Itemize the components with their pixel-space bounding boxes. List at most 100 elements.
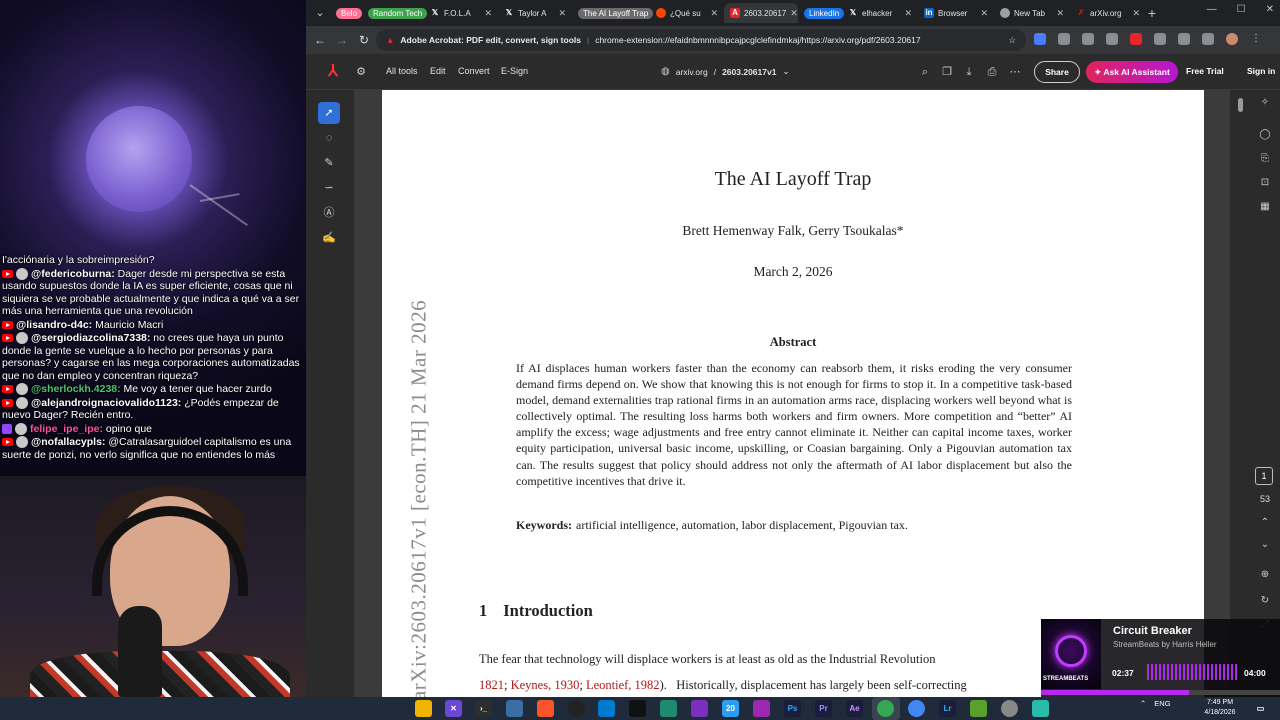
extension-icon[interactable] [1106, 33, 1118, 45]
text-box-icon[interactable]: Ⓐ [318, 202, 340, 224]
extension-icon[interactable] [1130, 33, 1142, 45]
comment-icon[interactable]: ◌ [318, 127, 340, 149]
chrome-icon[interactable] [877, 700, 894, 717]
share-button[interactable]: Share [1034, 61, 1080, 83]
draw-freehand-icon[interactable]: ∽ [318, 177, 340, 199]
reload-icon[interactable]: ↻ [356, 32, 372, 48]
close-icon[interactable]: ✕ [980, 8, 988, 19]
chevron-up-icon[interactable]: ⌃ [1258, 516, 1272, 530]
chrome-icon[interactable] [908, 700, 925, 717]
scrollbar-thumb[interactable] [1238, 98, 1243, 112]
page-view-icon[interactable]: ❐ [940, 65, 954, 79]
app-icon[interactable] [660, 700, 677, 717]
app-icon[interactable]: 20 [722, 700, 739, 717]
vscode-icon[interactable] [598, 700, 615, 717]
document-viewport[interactable]: arXiv:2603.20617v1 [econ.TH] 21 Mar 2026… [354, 90, 1230, 697]
menu-esign[interactable]: E-Sign [501, 66, 528, 76]
citation-link[interactable]: Keynes, 1930 [511, 678, 580, 692]
tab-group-ai-layoff[interactable]: The AI Layoff Trap [572, 3, 659, 23]
sign-pen-icon[interactable]: ✍ [318, 227, 340, 249]
close-icon[interactable]: ✕ [1132, 8, 1140, 19]
close-icon[interactable]: ✕ [710, 8, 718, 19]
new-tab-plus-icon[interactable]: + [1144, 5, 1160, 21]
attachments-icon[interactable]: ⊡ [1258, 176, 1272, 190]
citation-link[interactable]: Leontief, 1982 [586, 678, 660, 692]
close-icon[interactable]: ✕ [558, 8, 566, 19]
obs-icon[interactable] [568, 700, 585, 717]
extension-icon[interactable] [1034, 33, 1046, 45]
visual-studio-icon[interactable] [691, 700, 708, 717]
brave-icon[interactable] [537, 700, 554, 717]
comments-panel-icon[interactable]: ◯ [1258, 128, 1272, 142]
bookmark-star-icon[interactable]: ☆ [1008, 35, 1016, 46]
search-icon[interactable]: ⌕ [918, 65, 932, 79]
menu-edit[interactable]: Edit [430, 66, 446, 76]
scrollbar[interactable] [1230, 90, 1250, 697]
print-icon[interactable]: ⎙ [985, 65, 999, 79]
menu-all-tools[interactable]: All tools [386, 66, 418, 76]
file-explorer-icon[interactable] [415, 700, 432, 717]
close-icon[interactable]: ✕ [790, 8, 798, 19]
tab-new-tab[interactable]: New Tab ✕ [994, 3, 1070, 23]
app-icon[interactable]: ✕ [445, 700, 462, 717]
ask-ai-assistant-button[interactable]: ✦ Ask AI Assistant [1086, 61, 1178, 83]
tab-fola[interactable]: 𝕏 F.O.L.A ✕ [424, 3, 498, 23]
tab-arxiv[interactable]: ✗ arXiv.org ✕ [1070, 3, 1146, 23]
app-icon[interactable] [1001, 700, 1018, 717]
extension-icon[interactable] [1082, 33, 1094, 45]
profile-avatar[interactable] [1226, 33, 1238, 45]
maximize-icon[interactable]: ☐ [1237, 4, 1246, 15]
download-icon[interactable]: ⤓ [962, 65, 976, 79]
ai-assistant-icon[interactable]: ✧ [1258, 96, 1272, 110]
bookmark-panel-icon[interactable]: ⎘ [1258, 152, 1272, 166]
rotate-icon[interactable]: ↻ [1258, 594, 1272, 608]
app-icon[interactable] [970, 700, 987, 717]
app-icon[interactable] [629, 700, 646, 717]
premiere-icon[interactable]: Pr [815, 700, 832, 717]
app-icon[interactable] [1032, 700, 1049, 717]
more-options-icon[interactable]: ⋯ [1008, 65, 1022, 79]
select-cursor-icon[interactable]: ➚ [318, 102, 340, 124]
tray-chevron-icon[interactable]: ⌃ [1140, 699, 1146, 708]
tab-pdf-active[interactable]: A 2603.20617 ✕ [724, 3, 798, 23]
tab-browser[interactable]: in Browser ✕ [918, 3, 994, 23]
menu-dots-icon[interactable]: ⋮ [1250, 33, 1262, 45]
tab-taylor[interactable]: 𝕏 Taylor A ✕ [498, 3, 572, 23]
close-icon[interactable]: ✕ [904, 8, 912, 19]
acrobat-logo-icon[interactable]: ⅄ [324, 63, 342, 81]
url-field[interactable]: ▲ Adobe Acrobat: PDF edit, convert, sign… [376, 29, 1026, 51]
tab-search-icon[interactable]: ⌄ [312, 5, 328, 21]
back-arrow-icon[interactable]: ← [312, 32, 328, 48]
puzzle-icon[interactable] [1178, 33, 1190, 45]
photoshop-icon[interactable]: Ps [784, 700, 801, 717]
app-icon[interactable] [753, 700, 770, 717]
extension-icon[interactable] [1154, 33, 1166, 45]
forward-arrow-icon[interactable]: → [334, 32, 350, 48]
after-effects-icon[interactable]: Ae [846, 700, 863, 717]
zoom-icon[interactable]: ⊕ [1258, 568, 1272, 582]
taskbar-clock[interactable]: 7:49 PM 4/18/2026 [1198, 698, 1242, 718]
thumbnails-icon[interactable]: ▦ [1258, 200, 1272, 214]
sign-in-button[interactable]: Sign in [1247, 66, 1275, 76]
lightroom-icon[interactable]: Lr [939, 700, 956, 717]
close-icon[interactable]: ✕ [484, 8, 492, 19]
language-indicator[interactable]: ENG [1154, 699, 1170, 708]
tab-group-random-tech[interactable]: Random Tech [362, 3, 433, 23]
tools-grid-icon[interactable]: ⚙ [354, 65, 368, 79]
close-icon[interactable]: ✕ [1056, 8, 1064, 19]
notification-icon[interactable]: ▭ [1252, 700, 1269, 717]
tab-elhacker[interactable]: 𝕏elhacker ✕ [842, 3, 918, 23]
minimize-icon[interactable]: — [1207, 4, 1217, 15]
document-name[interactable]: ◍ arxiv.org / 2603.20617v1 ⌄ [661, 66, 790, 77]
app-icon[interactable] [506, 700, 523, 717]
citation-link[interactable]: 1821 [479, 678, 504, 692]
tab-que-su[interactable]: ¿Qué su ✕ [650, 3, 724, 23]
terminal-icon[interactable]: ›_ [475, 700, 492, 717]
current-page-field[interactable]: 1 [1255, 467, 1273, 485]
menu-convert[interactable]: Convert [458, 66, 490, 76]
highlight-pen-icon[interactable]: ✎ [318, 152, 340, 174]
chevron-down-icon[interactable]: ⌄ [1258, 538, 1272, 552]
free-trial-button[interactable]: Free Trial [1186, 66, 1224, 76]
extension-icon[interactable] [1058, 33, 1070, 45]
sidebar-icon[interactable] [1202, 33, 1214, 45]
